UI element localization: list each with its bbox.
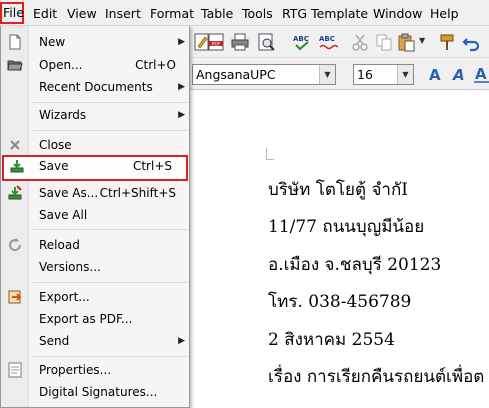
- properties-label: Properties...: [39, 363, 112, 377]
- menu-separator: [33, 282, 187, 283]
- open-label: Open...: [39, 58, 83, 72]
- export-pdf-icon[interactable]: PDF: [206, 32, 226, 52]
- submenu-arrow-icon: ▶: [178, 336, 185, 346]
- digital-signatures-label: Digital Signatures...: [39, 385, 158, 399]
- versions-label: Versions...: [39, 260, 101, 274]
- menu-file[interactable]: File: [0, 2, 24, 24]
- save-label: Save: [39, 159, 69, 173]
- open-folder-icon: [7, 60, 23, 71]
- doc-line-street: 11/77 ถนนบุญมีน้อย: [268, 217, 425, 237]
- italic-a-icon[interactable]: A: [449, 64, 469, 84]
- font-size-value: 16: [357, 67, 373, 82]
- doc-line-date: 2 สิงหาคม 2554: [268, 330, 395, 350]
- close-icon: [10, 140, 20, 150]
- svg-text:A: A: [452, 66, 465, 84]
- menu-rtg-template[interactable]: RTG Template: [281, 4, 369, 24]
- save-as-icon: [8, 185, 22, 200]
- submenu-arrow-icon: ▶: [178, 82, 185, 92]
- menu-item-versions[interactable]: Versions...: [1, 256, 190, 278]
- menu-edit[interactable]: Edit: [32, 4, 58, 24]
- menu-item-open[interactable]: Open... Ctrl+O: [1, 54, 190, 76]
- svg-text:A: A: [475, 65, 487, 83]
- menu-item-close[interactable]: Close: [1, 134, 190, 156]
- menu-table[interactable]: Table: [200, 4, 234, 24]
- menu-item-new[interactable]: New ▶: [1, 31, 190, 53]
- export-label: Export...: [39, 290, 90, 304]
- svg-text:A: A: [429, 66, 441, 84]
- menu-item-save-all[interactable]: Save All: [1, 204, 190, 226]
- svg-text:ABC: ABC: [319, 35, 335, 43]
- menu-item-digital-signatures[interactable]: Digital Signatures...: [1, 381, 190, 403]
- menu-item-save[interactable]: Save Ctrl+S: [2, 155, 188, 181]
- doc-line-district: อ.เมือง จ.ชลบุรี 20123: [268, 255, 442, 275]
- save-shortcut: Ctrl+S: [132, 159, 172, 173]
- menu-help[interactable]: Help: [429, 4, 460, 24]
- underline-a-icon[interactable]: A: [472, 64, 489, 84]
- save-icon: [10, 160, 24, 173]
- menu-item-reload[interactable]: Reload: [1, 234, 190, 256]
- font-size-dropdown-icon[interactable]: ▼: [397, 65, 413, 84]
- clone-formatting-icon[interactable]: [437, 32, 457, 52]
- menu-separator: [33, 130, 187, 131]
- new-document-icon: [9, 34, 21, 50]
- doc-line-subject: เรื่อง การเรียกคืนรถยนต์เพื่อต: [268, 367, 485, 387]
- menu-window[interactable]: Window: [372, 4, 423, 24]
- autospellcheck-icon[interactable]: ABC: [318, 32, 338, 52]
- menu-separator: [33, 229, 187, 230]
- menu-separator: [33, 356, 187, 357]
- copy-icon[interactable]: [374, 32, 394, 52]
- menu-item-export[interactable]: Export...: [1, 286, 190, 308]
- bold-a-icon[interactable]: A: [426, 64, 446, 84]
- open-shortcut: Ctrl+O: [135, 58, 176, 72]
- svg-text:PDF: PDF: [212, 41, 221, 47]
- document-area[interactable]: [190, 91, 489, 408]
- menu-item-export-pdf[interactable]: Export as PDF...: [1, 308, 190, 330]
- font-size-box[interactable]: 16 ▼: [353, 64, 414, 85]
- text-boundary-corner: [266, 148, 274, 160]
- font-name-dropdown-icon[interactable]: ▼: [319, 65, 335, 84]
- formatting-toolbar: AngsanaUPC ▼ 16 ▼ A A A: [190, 58, 489, 90]
- menu-item-properties[interactable]: Properties...: [1, 359, 190, 381]
- paste-icon[interactable]: [396, 32, 416, 52]
- reload-icon: [9, 238, 22, 252]
- doc-line-company: บริษัท โตโยตู้ จำกัI: [268, 180, 408, 200]
- menu-insert[interactable]: Insert: [104, 4, 142, 24]
- menu-format[interactable]: Format: [149, 4, 195, 24]
- submenu-arrow-icon: ▶: [178, 110, 185, 120]
- undo-icon[interactable]: [461, 32, 481, 52]
- save-all-label: Save All: [39, 208, 88, 222]
- wizards-label: Wizards: [39, 108, 87, 122]
- new-label: New: [39, 35, 66, 49]
- spellcheck-icon[interactable]: ABC: [292, 32, 312, 52]
- menu-bar: File Edit View Insert Format Table Tools…: [0, 0, 489, 26]
- recent-documents-label: Recent Documents: [39, 80, 153, 94]
- print-icon[interactable]: [230, 32, 250, 52]
- menu-item-recent-documents[interactable]: Recent Documents ▶: [1, 76, 190, 98]
- doc-line-phone: โทร. 038-456789: [268, 292, 412, 312]
- send-label: Send: [39, 334, 70, 348]
- svg-text:ABC: ABC: [293, 35, 309, 43]
- menu-item-send[interactable]: Send ▶: [1, 330, 190, 352]
- export-pdf-label: Export as PDF...: [39, 312, 133, 326]
- standard-toolbar: PDF ABC ABC ▼: [190, 26, 489, 58]
- close-label: Close: [39, 138, 72, 152]
- menu-item-wizards[interactable]: Wizards ▶: [1, 104, 190, 126]
- save-as-label: Save As...: [39, 186, 99, 200]
- paste-dropdown-arrow[interactable]: ▼: [419, 36, 425, 45]
- menu-tools[interactable]: Tools: [241, 4, 274, 24]
- menu-separator: [33, 102, 187, 103]
- menu-view[interactable]: View: [66, 4, 98, 24]
- reload-label: Reload: [39, 238, 80, 252]
- file-menu-dropdown: New ▶ Open... Ctrl+O Recent Documents ▶ …: [0, 26, 190, 408]
- menu-item-save-as[interactable]: Save As... Ctrl+Shift+S: [1, 182, 190, 204]
- font-name-value: AngsanaUPC: [196, 67, 276, 82]
- page-preview-icon[interactable]: [256, 32, 276, 52]
- submenu-arrow-icon: ▶: [178, 37, 185, 47]
- save-as-shortcut: Ctrl+Shift+S: [99, 186, 176, 200]
- cut-icon[interactable]: [350, 32, 370, 52]
- font-name-box[interactable]: AngsanaUPC ▼: [192, 64, 336, 85]
- export-icon: [8, 290, 22, 304]
- properties-icon: [8, 362, 22, 378]
